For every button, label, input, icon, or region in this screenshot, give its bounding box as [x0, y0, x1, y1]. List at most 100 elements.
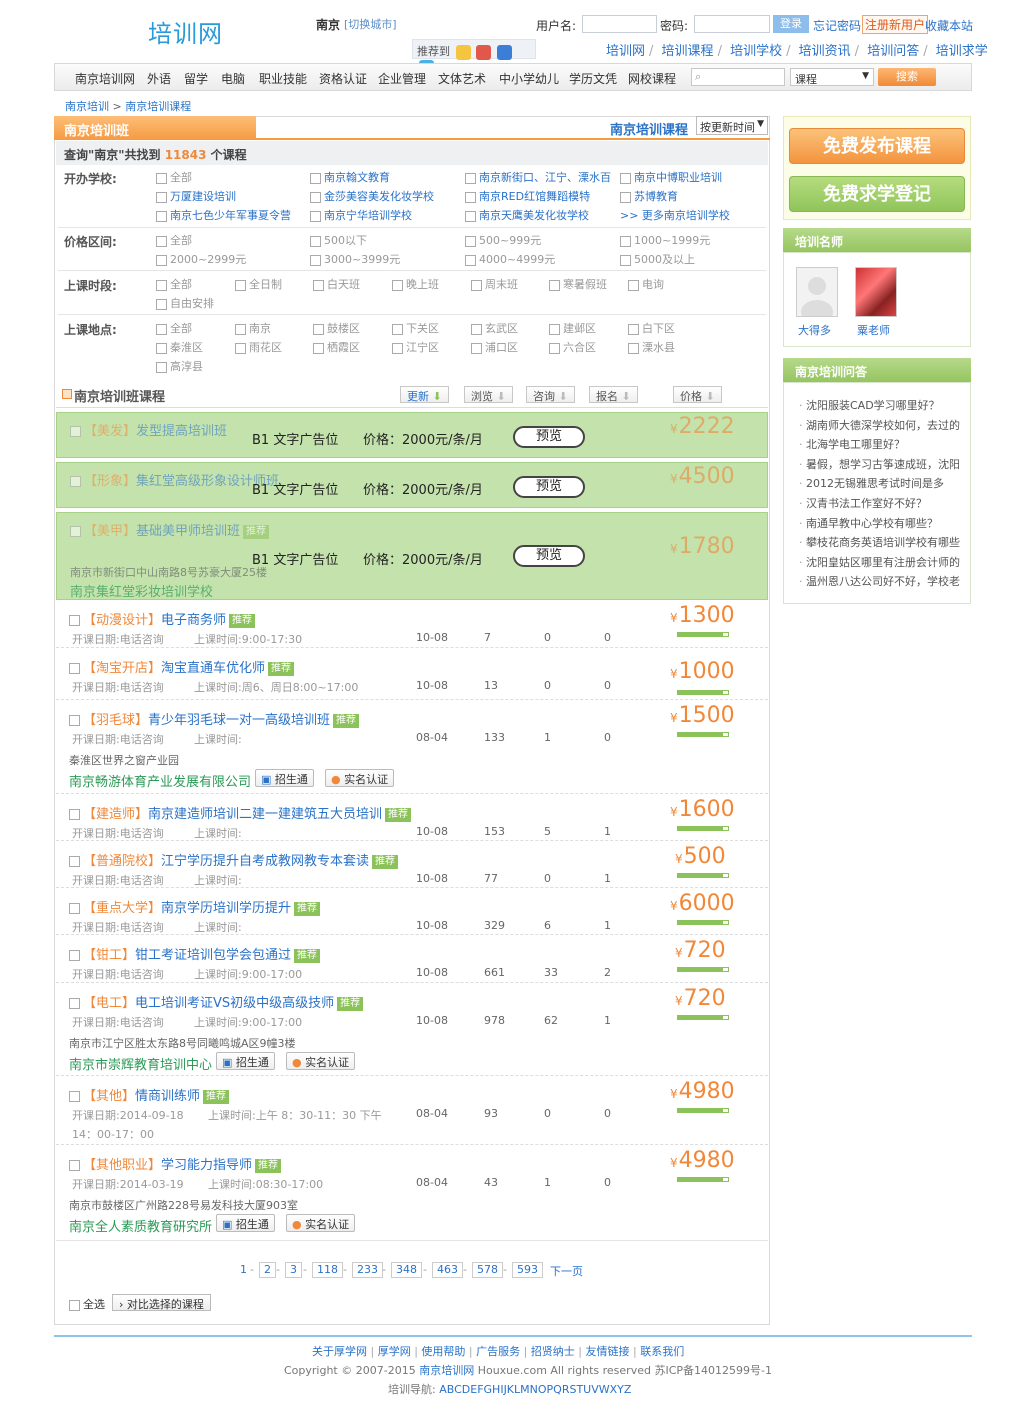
topnav-news[interactable]: 培训资讯 — [799, 44, 851, 59]
nav-item-study-abroad[interactable]: 留学 — [184, 70, 208, 87]
filter-price-option[interactable]: 3000~3999元 — [310, 251, 400, 267]
filter-place-option[interactable]: 玄武区 — [471, 320, 518, 336]
sort-update-button[interactable]: 更新 ⬇ — [400, 386, 449, 403]
course-name-link[interactable]: 淘宝直通车优化师 — [161, 661, 265, 676]
course-title[interactable]: 【建造师】南京建造师培训二建一建建筑五大员培训 推荐 — [69, 803, 412, 822]
course-tag[interactable]: 【其他】 — [83, 1089, 135, 1104]
qa-item[interactable]: · 攀枝花商务英语培训学校有哪些 — [799, 534, 960, 550]
filter-time-option[interactable]: 白天班 — [313, 276, 360, 292]
filter-place-option[interactable]: 下关区 — [392, 320, 439, 336]
page-link[interactable]: 593 — [512, 1262, 543, 1278]
course-checkbox[interactable] — [69, 1091, 80, 1102]
search-input[interactable] — [691, 68, 785, 86]
page-link[interactable]: 3 — [285, 1262, 302, 1278]
course-name-link[interactable]: 电工培训考证VS初级中级高级技师 — [135, 996, 334, 1011]
qa-item[interactable]: · 沈阳皇姑区哪里有注册会计师的 — [799, 554, 960, 570]
filter-place-option[interactable]: 建邺区 — [549, 320, 596, 336]
page-link[interactable]: 1 — [240, 1263, 247, 1276]
real-name-badge[interactable]: ● 实名认证 — [325, 769, 395, 787]
filter-time-option[interactable]: 晚上班 — [392, 276, 439, 292]
page-link[interactable]: 233 — [352, 1262, 383, 1278]
search-button[interactable]: 搜索 — [878, 68, 936, 86]
filter-school-option[interactable]: 南京宁华培训学校 — [310, 207, 412, 223]
course-tag[interactable]: 【淘宝开店】 — [83, 661, 161, 676]
course-tag[interactable]: 【钳工】 — [83, 948, 135, 963]
teacher-avatar[interactable] — [796, 267, 838, 324]
filter-place-option[interactable]: 栖霞区 — [313, 339, 360, 355]
nav-item-computer[interactable]: 电脑 — [221, 70, 245, 87]
course-title[interactable]: 【其他职业】学习能力指导师 推荐 — [69, 1154, 282, 1173]
login-button[interactable]: 登录 — [773, 15, 809, 33]
course-checkbox[interactable] — [69, 1160, 80, 1171]
filter-place-option[interactable]: 全部 — [156, 320, 192, 336]
filter-time-option[interactable]: 周末班 — [471, 276, 518, 292]
qa-item[interactable]: · 汉青书法工作室好不好？ — [799, 495, 927, 511]
qa-item[interactable]: · 温州恩八达公司好不好，学校老 — [799, 573, 960, 589]
filter-school-option[interactable]: 南京七色少年军事夏令营 — [156, 207, 291, 223]
filter-school-option[interactable]: 苏博教育 — [620, 188, 678, 204]
ad-preview-button[interactable]: 预览 — [513, 545, 585, 567]
filter-school-option[interactable]: 南京新街口、江宁、溧水百 — [465, 169, 611, 185]
footer-link[interactable]: 招贤纳士 — [531, 1345, 575, 1358]
zst-badge[interactable]: ▣ 招生通 — [216, 1052, 275, 1070]
ad-preview-button[interactable]: 预览 — [513, 426, 585, 448]
course-org-link[interactable]: 南京全人素质教育研究所 — [69, 1216, 212, 1235]
teacher-avatar[interactable] — [855, 267, 897, 317]
more-schools-link[interactable]: >> 更多南京培训学校 — [620, 207, 730, 223]
filter-time-option[interactable]: 自由安排 — [156, 295, 214, 311]
qa-item[interactable]: · 2012无锡雅思考试时间是多 — [799, 475, 944, 491]
select-all-checkbox[interactable]: 全选 — [69, 1296, 105, 1312]
course-checkbox[interactable] — [69, 663, 80, 674]
filter-place-option[interactable]: 高淳县 — [156, 358, 203, 374]
course-org-link[interactable]: 南京市崇辉教育培训中心 — [69, 1054, 212, 1073]
course-name-link[interactable]: 青少年羽毛球一对一高级培训班 — [148, 713, 330, 728]
filter-school-option[interactable]: 金莎美容美发化妆学校 — [310, 188, 434, 204]
nav-item-home[interactable]: 南京培训网 — [75, 70, 135, 87]
filter-place-option[interactable]: 鼓楼区 — [313, 320, 360, 336]
footer-link[interactable]: 友情链接 — [586, 1345, 630, 1358]
nav-item-online[interactable]: 网校课程 — [628, 70, 676, 87]
topnav-qa[interactable]: 培训问答 — [867, 44, 919, 59]
switch-city-link[interactable]: [切换城市] — [344, 16, 397, 32]
filter-price-option[interactable]: 5000及以上 — [620, 251, 695, 267]
nav-item-k12[interactable]: 中小学幼儿 — [499, 70, 559, 87]
filter-price-option[interactable]: 全部 — [156, 232, 192, 248]
qa-item[interactable]: · 暑假，想学习古筝速成班，沈阳 — [799, 456, 960, 472]
filter-school-option[interactable]: 南京天鹰美发化妆学校 — [465, 207, 589, 223]
topnav-courses[interactable]: 培训课程 — [662, 44, 714, 59]
sort-enroll-button[interactable]: 报名 ⬇ — [589, 386, 638, 403]
qa-item[interactable]: · 沈阳服装CAD学习哪里好？ — [799, 397, 940, 413]
qa-item[interactable]: · 南通早教中心学校有哪些？ — [799, 515, 938, 531]
nav-item-management[interactable]: 企业管理 — [378, 70, 426, 87]
compare-button[interactable]: › 对比选择的课程 — [112, 1294, 211, 1311]
course-title[interactable]: 【普通院校】江宁学历提升自考成教网教专本套读 推荐 — [69, 850, 399, 869]
real-name-badge[interactable]: ● 实名认证 — [286, 1214, 356, 1232]
page-link[interactable]: 2 — [259, 1262, 276, 1278]
course-name-link[interactable]: 南京建造师培训二建一建建筑五大员培训 — [148, 807, 382, 822]
filter-price-option[interactable]: 1000~1999元 — [620, 232, 710, 248]
course-tag[interactable]: 【动漫设计】 — [83, 613, 161, 628]
search-category-select[interactable]: 课程 ▼ — [790, 68, 874, 86]
filter-place-option[interactable]: 秦淮区 — [156, 339, 203, 355]
filter-place-option[interactable]: 溧水县 — [628, 339, 675, 355]
footer-link[interactable]: 广告服务 — [476, 1345, 520, 1358]
course-checkbox[interactable] — [69, 856, 80, 867]
course-name-link[interactable]: 江宁学历提升自考成教网教专本套读 — [161, 854, 369, 869]
topnav-schools[interactable]: 培训学校 — [730, 44, 782, 59]
qzone-icon[interactable] — [455, 44, 471, 60]
course-title[interactable]: 【钳工】钳工考证培训包学会包通过 推荐 — [69, 944, 321, 963]
course-tag[interactable]: 【建造师】 — [83, 807, 148, 822]
course-name-link[interactable]: 情商训练师 — [135, 1089, 200, 1104]
course-checkbox[interactable] — [69, 950, 80, 961]
course-tag[interactable]: 【电工】 — [83, 996, 135, 1011]
nav-item-foreign-language[interactable]: 外语 — [147, 70, 171, 87]
course-title[interactable]: 【淘宝开店】淘宝直通车优化师 推荐 — [69, 657, 295, 676]
course-checkbox[interactable] — [69, 615, 80, 626]
filter-place-option[interactable]: 六合区 — [549, 339, 596, 355]
filter-place-option[interactable]: 雨花区 — [235, 339, 282, 355]
sort-views-button[interactable]: 浏览 ⬇ — [464, 386, 513, 403]
course-name-link[interactable]: 钳工考证培训包学会包通过 — [135, 948, 291, 963]
filter-place-option[interactable]: 南京 — [235, 320, 271, 336]
filter-place-option[interactable]: 浦口区 — [471, 339, 518, 355]
course-tag[interactable]: 【其他职业】 — [83, 1158, 161, 1173]
